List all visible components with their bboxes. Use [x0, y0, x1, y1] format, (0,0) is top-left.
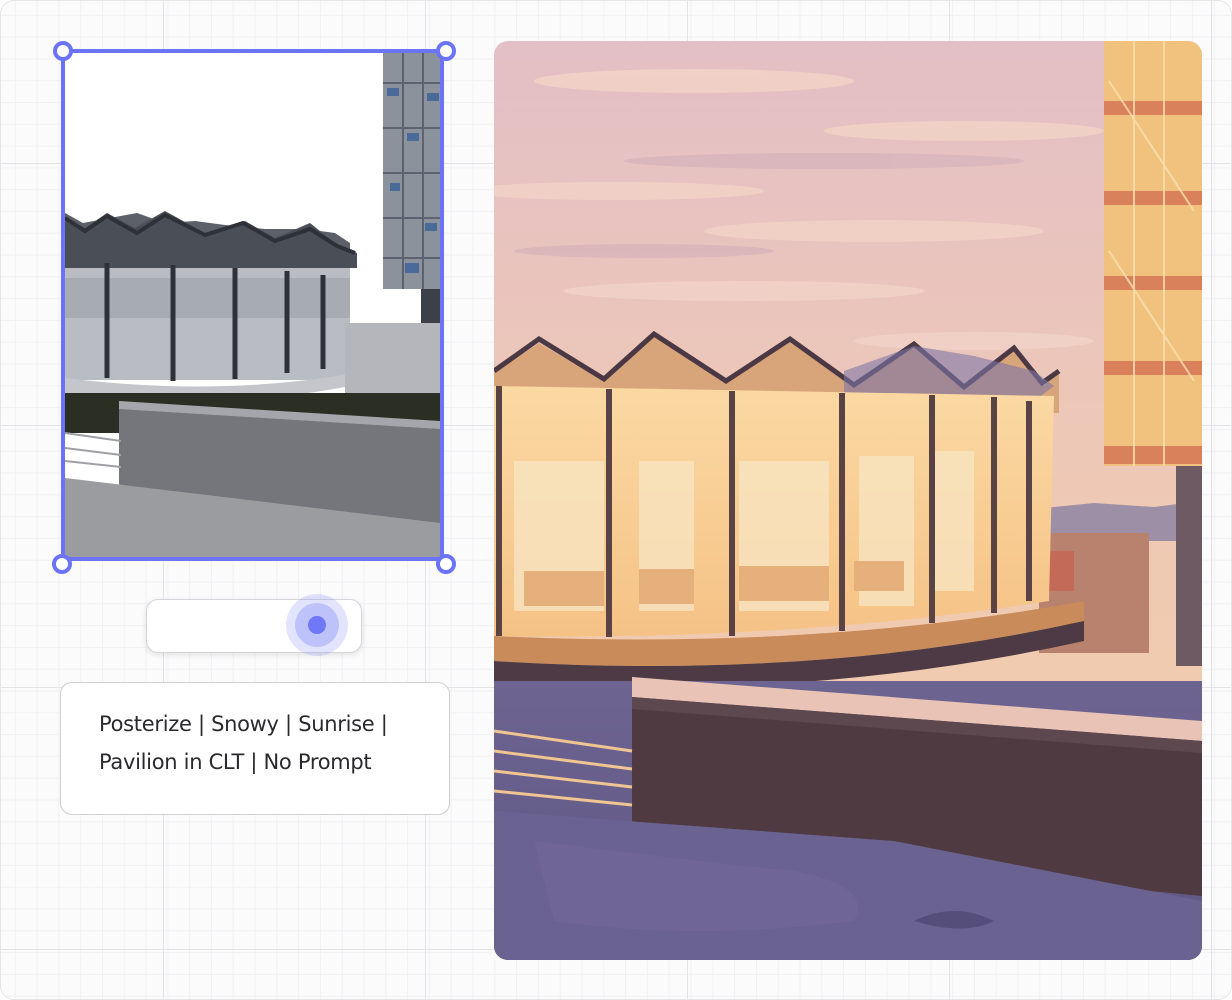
prompt-line-2: Pavilion in CLT | No Prompt: [99, 750, 372, 774]
style-toggle-switch[interactable]: [146, 594, 362, 656]
source-render-image: [65, 53, 440, 557]
result-render-image: [494, 41, 1202, 960]
source-image-frame[interactable]: [61, 49, 444, 561]
resize-handle-top-right[interactable]: [436, 41, 456, 61]
toggle-knob[interactable]: [308, 616, 326, 634]
prompt-line-1: Posterize | Snowy | Sunrise |: [99, 712, 388, 736]
resize-handle-top-left[interactable]: [53, 41, 73, 61]
result-image-frame: [494, 41, 1202, 960]
canvas-grid: Posterize | Snowy | Sunrise | Pavilion i…: [0, 0, 1232, 1000]
prompt-tags-box: Posterize | Snowy | Sunrise | Pavilion i…: [60, 682, 450, 815]
resize-handle-bottom-left[interactable]: [52, 554, 72, 574]
resize-handle-bottom-right[interactable]: [436, 554, 456, 574]
